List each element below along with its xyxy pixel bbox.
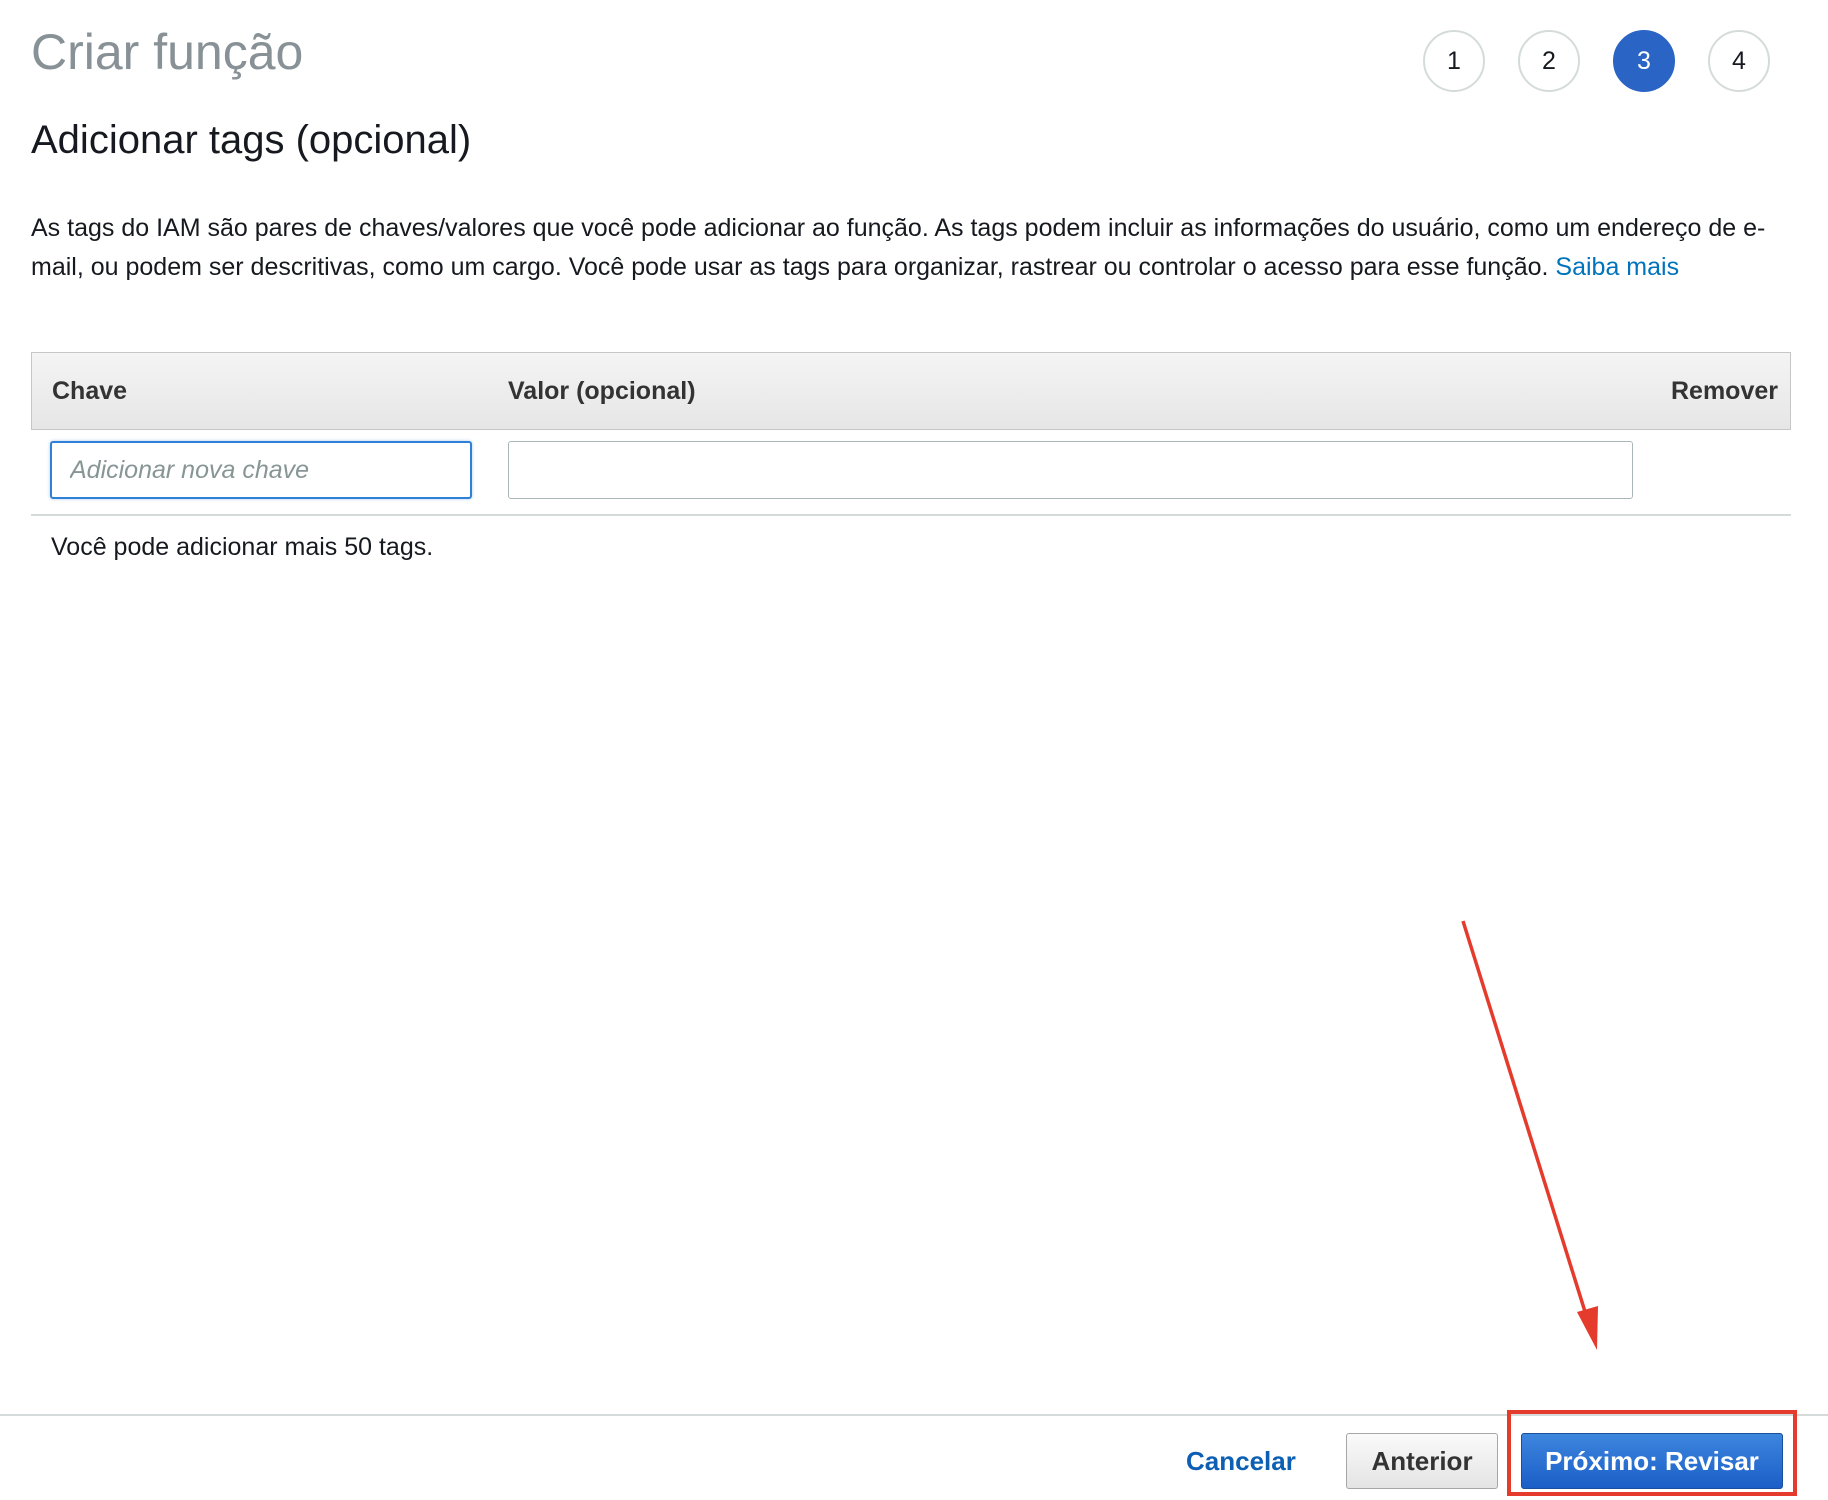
header-remove: Remover bbox=[1671, 377, 1778, 405]
cancel-button[interactable]: Cancelar bbox=[1186, 1446, 1296, 1477]
step-3-active[interactable]: 3 bbox=[1613, 30, 1675, 92]
tags-table-header: Chave Valor (opcional) Remover bbox=[31, 352, 1791, 430]
tags-remaining-text: Você pode adicionar mais 50 tags. bbox=[51, 533, 434, 561]
tag-key-input[interactable] bbox=[50, 441, 472, 499]
annotation-arrow-head bbox=[1577, 1306, 1598, 1350]
step-4[interactable]: 4 bbox=[1708, 30, 1770, 92]
section-description: As tags do IAM são pares de chaves/valor… bbox=[31, 209, 1771, 287]
learn-more-link[interactable]: Saiba mais bbox=[1555, 253, 1679, 281]
wizard-steps: 1 2 3 4 bbox=[1423, 30, 1770, 92]
next-review-button[interactable]: Próximo: Revisar bbox=[1521, 1433, 1783, 1489]
annotation-arrow-shaft bbox=[1461, 920, 1589, 1319]
step-1[interactable]: 1 bbox=[1423, 30, 1485, 92]
step-2[interactable]: 2 bbox=[1518, 30, 1580, 92]
previous-button[interactable]: Anterior bbox=[1346, 1433, 1498, 1489]
description-text: As tags do IAM são pares de chaves/valor… bbox=[31, 214, 1766, 281]
tag-value-input[interactable] bbox=[508, 441, 1633, 499]
tags-table: Chave Valor (opcional) Remover bbox=[31, 352, 1791, 516]
section-title: Adicionar tags (opcional) bbox=[31, 118, 472, 162]
header-value: Valor (opcional) bbox=[508, 377, 696, 405]
header-key: Chave bbox=[52, 377, 128, 405]
page-title: Criar função bbox=[31, 24, 304, 80]
table-row bbox=[31, 430, 1791, 516]
